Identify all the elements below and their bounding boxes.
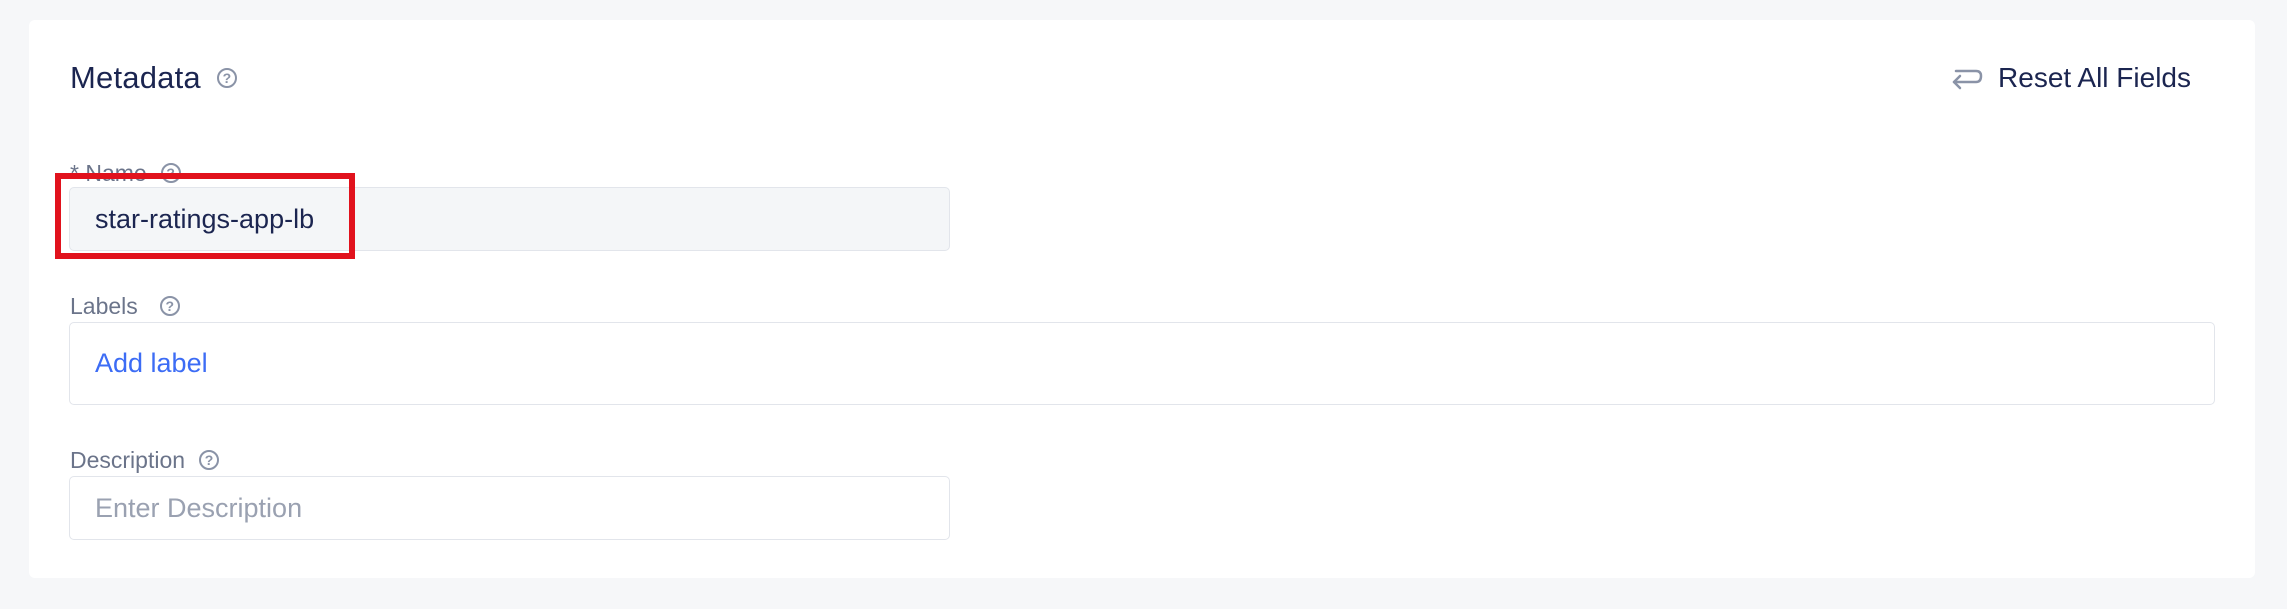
labels-help-icon[interactable]: ? <box>159 296 180 316</box>
description-help-icon[interactable]: ? <box>199 450 220 470</box>
labels-label: Labels <box>70 292 138 319</box>
description-placeholder: Enter Description <box>95 492 303 523</box>
return-arrow-icon <box>1952 69 1983 90</box>
metadata-help-icon[interactable]: ? <box>216 68 237 88</box>
reset-all-fields-label: Reset All Fields <box>1998 62 2191 93</box>
name-help-icon[interactable]: ? <box>160 163 181 183</box>
name-label: * Name <box>70 159 147 186</box>
section-title: Metadata <box>70 60 201 95</box>
name-field-label-row: * Name ? <box>70 158 181 188</box>
add-label-link[interactable]: Add label <box>95 348 208 379</box>
description-label: Description <box>70 446 186 473</box>
metadata-panel: Metadata ? Reset All Fields * Name ? sta… <box>29 20 2255 578</box>
description-field[interactable]: Enter Description <box>69 476 950 540</box>
metadata-header: Metadata ? <box>70 58 237 98</box>
description-field-label-row: Description ? <box>70 445 220 475</box>
labels-field: Add label <box>69 322 2215 405</box>
name-value: star-ratings-app-lb <box>95 203 315 234</box>
reset-all-fields-button[interactable]: Reset All Fields <box>1950 58 2191 98</box>
labels-field-label-row: Labels ? <box>70 291 180 321</box>
name-field[interactable]: star-ratings-app-lb <box>69 187 950 251</box>
